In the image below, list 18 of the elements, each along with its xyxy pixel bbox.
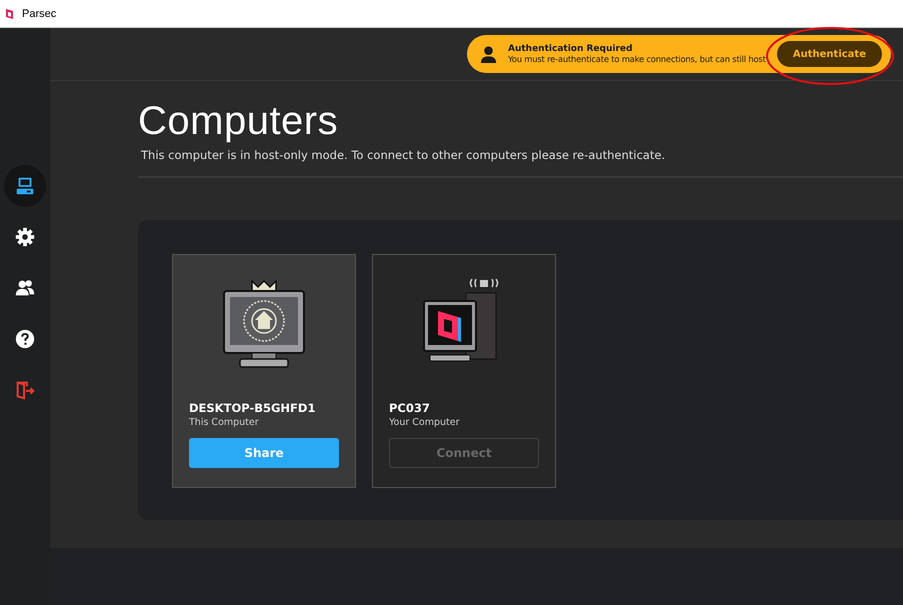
app-logo-icon — [5, 8, 15, 20]
computer-name: PC037 — [389, 401, 431, 415]
computer-card[interactable]: DESKTOP-B5GHFD1 This Computer Share — [172, 254, 356, 488]
banner-title: Authentication Required — [508, 44, 634, 54]
computer-icon — [14, 175, 36, 197]
window-title: Parsec — [22, 8, 56, 20]
gear-icon — [14, 226, 36, 248]
computer-label: Your Computer — [389, 417, 461, 428]
computers-nav-item[interactable] — [4, 165, 46, 207]
authenticate-button[interactable]: Authenticate — [776, 41, 882, 67]
page-subtitle: This computer is in host-only mode. To connect to other computers please re-authenticate. — [141, 148, 666, 162]
computer-name: DESKTOP-B5GHFD1 — [189, 401, 316, 415]
page-title: Computers — [138, 99, 340, 144]
logout-icon — [14, 379, 36, 401]
user-icon — [479, 44, 498, 64]
banner-message: You must re-authenticate to make connections, but can still host — [508, 54, 767, 64]
help-icon — [14, 328, 36, 350]
computer-label: This Computer — [189, 417, 260, 428]
